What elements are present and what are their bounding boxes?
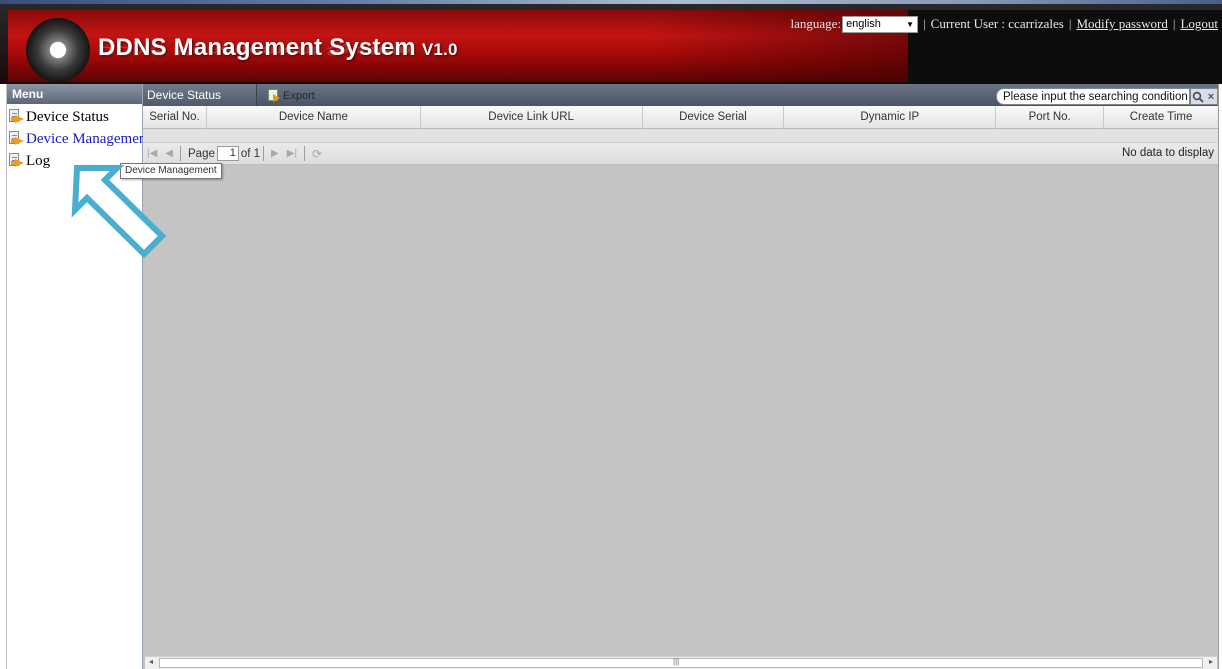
column-header[interactable]: Dynamic IP (784, 106, 997, 129)
pager-toolbar: |◀ ◀ Page 1 of 1 ▶ ▶| ⟳ No data to displ… (143, 143, 1218, 165)
language-select-value: english (846, 18, 881, 30)
column-header[interactable]: Serial No. (143, 106, 207, 129)
user-toolbar: language: english ▼ | Current User : cca… (791, 15, 1218, 33)
sidebar-item-label: Device Management (26, 130, 151, 147)
page-total: of 1 (240, 147, 261, 160)
language-select[interactable]: english ▼ (842, 15, 919, 33)
scroll-left-icon[interactable]: ◂ (149, 657, 153, 666)
search-button[interactable] (1190, 88, 1206, 105)
refresh-icon[interactable]: ⟳ (312, 147, 322, 161)
grid-body (143, 129, 1218, 143)
language-label: language: (790, 16, 842, 31)
sidebar-item-device-status[interactable]: Device Status (7, 106, 142, 128)
annotation-arrow-icon (71, 165, 167, 258)
app-version: V1.0 (421, 40, 458, 59)
document-arrow-icon (8, 131, 26, 147)
sidebar-item-label: Device Status (26, 108, 109, 125)
modify-password-link[interactable]: Modify password (1076, 16, 1167, 32)
page-label: Page (188, 147, 215, 160)
search-input[interactable]: Please input the searching condition (996, 88, 1190, 105)
menu-title: Menu (7, 84, 142, 104)
scrollbar-grip-icon: ||| (673, 657, 680, 666)
clear-search-button[interactable]: × (1205, 88, 1218, 105)
sidebar-item-label: Log (26, 152, 51, 169)
pager-status: No data to display (1121, 147, 1214, 159)
scrollbar-thumb[interactable] (159, 658, 1203, 668)
divider (263, 146, 265, 161)
page-number-input[interactable]: 1 (216, 146, 239, 161)
close-icon: × (1207, 90, 1215, 103)
divider: | (923, 16, 926, 31)
sidebar-item-device-management[interactable]: Device Management (7, 128, 151, 150)
horizontal-scrollbar[interactable]: ◂ ||| ▸ (145, 656, 1217, 669)
document-arrow-icon (8, 109, 26, 125)
divider: | (1068, 16, 1072, 31)
divider (304, 146, 306, 161)
document-arrow-icon (8, 153, 26, 169)
column-header[interactable]: Device Link URL (421, 106, 643, 129)
column-header[interactable]: Create Time (1104, 106, 1218, 129)
header-top-strip (0, 0, 1222, 4)
export-button[interactable]: Export (268, 89, 315, 102)
current-user-label: Current User : ccarrizales (930, 16, 1064, 31)
column-header[interactable]: Device Name (207, 106, 421, 129)
tab-device-status[interactable]: Device Status (143, 84, 257, 106)
tab-strip: Device Status Export Please input the se… (143, 84, 1218, 106)
export-label: Export (283, 89, 315, 102)
grid-header: Serial No. Device Name Device Link URL D… (143, 106, 1218, 129)
export-icon (268, 89, 282, 102)
app-title-reflection: DDNS Management System (98, 43, 412, 58)
column-header[interactable]: Device Serial (643, 106, 785, 129)
divider (180, 146, 181, 161)
logo-icon (26, 18, 90, 82)
next-page-icon[interactable]: ▶ (271, 148, 279, 159)
last-page-icon[interactable]: ▶| (287, 148, 297, 159)
column-header[interactable]: Port No. (996, 106, 1105, 129)
logout-link[interactable]: Logout (1180, 16, 1218, 32)
search-icon (1192, 91, 1204, 103)
app-header: DDNS Management System V1.0 DDNS Manageme… (0, 0, 1222, 84)
chevron-down-icon: ▼ (906, 19, 915, 29)
scroll-right-icon[interactable]: ▸ (1209, 657, 1213, 666)
main-panel: Device Status Export Please input the se… (143, 84, 1219, 669)
divider: | (1172, 16, 1176, 31)
